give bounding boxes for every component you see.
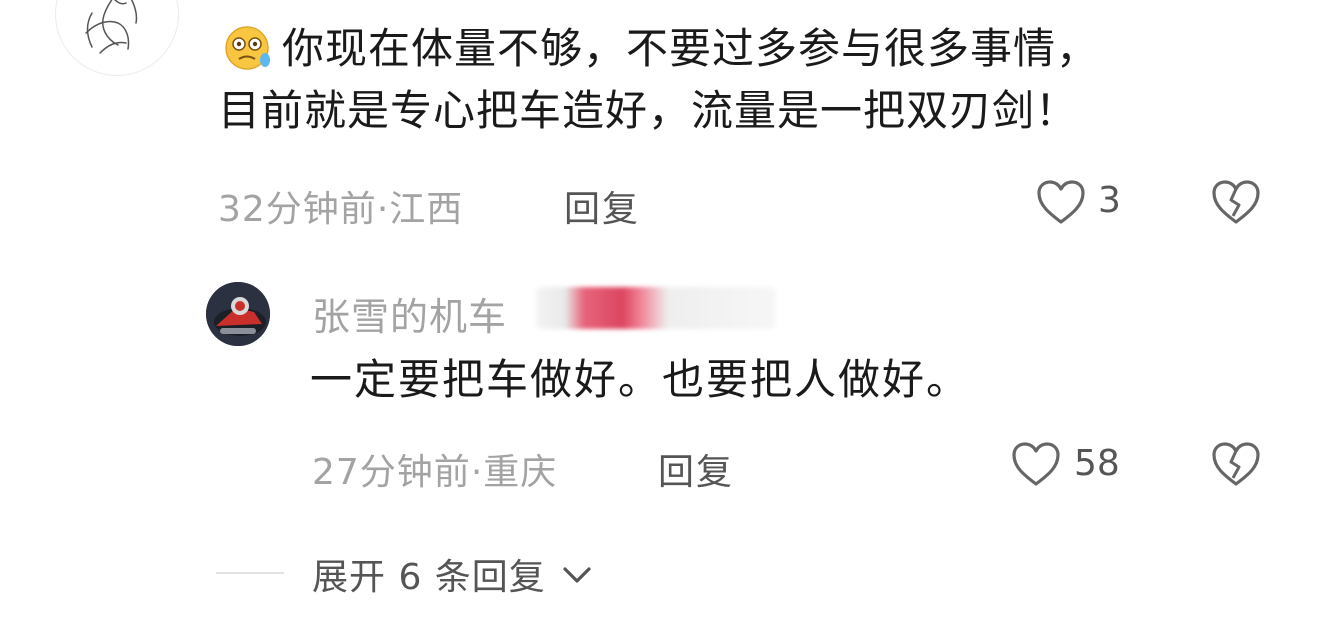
reply-dislike-button[interactable] <box>1210 440 1262 492</box>
comment-text-line-1: 你现在体量不够，不要过多参与很多事情， <box>282 24 1100 73</box>
reply-reply-button[interactable]: 回复 <box>658 443 734 495</box>
broken-heart-icon <box>1212 180 1260 224</box>
expand-replies-button[interactable]: 展开 6 条回复 <box>312 548 594 600</box>
woozy-face-emoji-icon <box>218 23 276 71</box>
comment-time: 32分钟前 <box>218 189 377 230</box>
comment-like-button[interactable] <box>1035 178 1087 230</box>
expand-replies-label: 展开 6 条回复 <box>312 557 546 598</box>
reply-like-button[interactable] <box>1010 440 1062 492</box>
comment-meta: 32分钟前·江西 <box>218 180 463 232</box>
reply-meta: 27分钟前·重庆 <box>312 443 557 495</box>
broken-heart-icon <box>1212 442 1260 486</box>
meta-separator: · <box>470 452 484 493</box>
reply-like-count: 58 <box>1074 443 1120 484</box>
comment-like-count: 3 <box>1098 180 1121 221</box>
reply-location: 重庆 <box>483 452 558 493</box>
comment-reply-button[interactable]: 回复 <box>564 180 640 232</box>
reply-text: 一定要把车做好。也要把人做好。 <box>310 355 971 404</box>
comment-text-line-2: 目前就是专心把车造好，流量是一把双刃剑！ <box>218 86 1079 135</box>
chevron-down-icon <box>563 567 591 583</box>
comment-location: 江西 <box>389 189 464 230</box>
heart-outline-icon <box>1012 442 1060 486</box>
commenter-avatar[interactable] <box>55 0 179 76</box>
expand-divider <box>216 572 284 574</box>
comment-text: 你现在体量不够，不要过多参与很多事情， 目前就是专心把车造好，流量是一把双刃剑！ <box>218 18 1258 142</box>
heart-outline-icon <box>1037 180 1085 224</box>
blurred-user-badge <box>536 287 776 329</box>
reply-username[interactable]: 张雪的机车 <box>312 286 507 341</box>
reply-avatar[interactable] <box>206 282 270 346</box>
motorcycle-rider-avatar-image <box>206 282 270 346</box>
meta-separator: · <box>376 189 390 230</box>
reply-time: 27分钟前 <box>312 452 471 493</box>
sketch-figure-avatar-image <box>85 0 138 54</box>
comment-dislike-button[interactable] <box>1210 178 1262 230</box>
